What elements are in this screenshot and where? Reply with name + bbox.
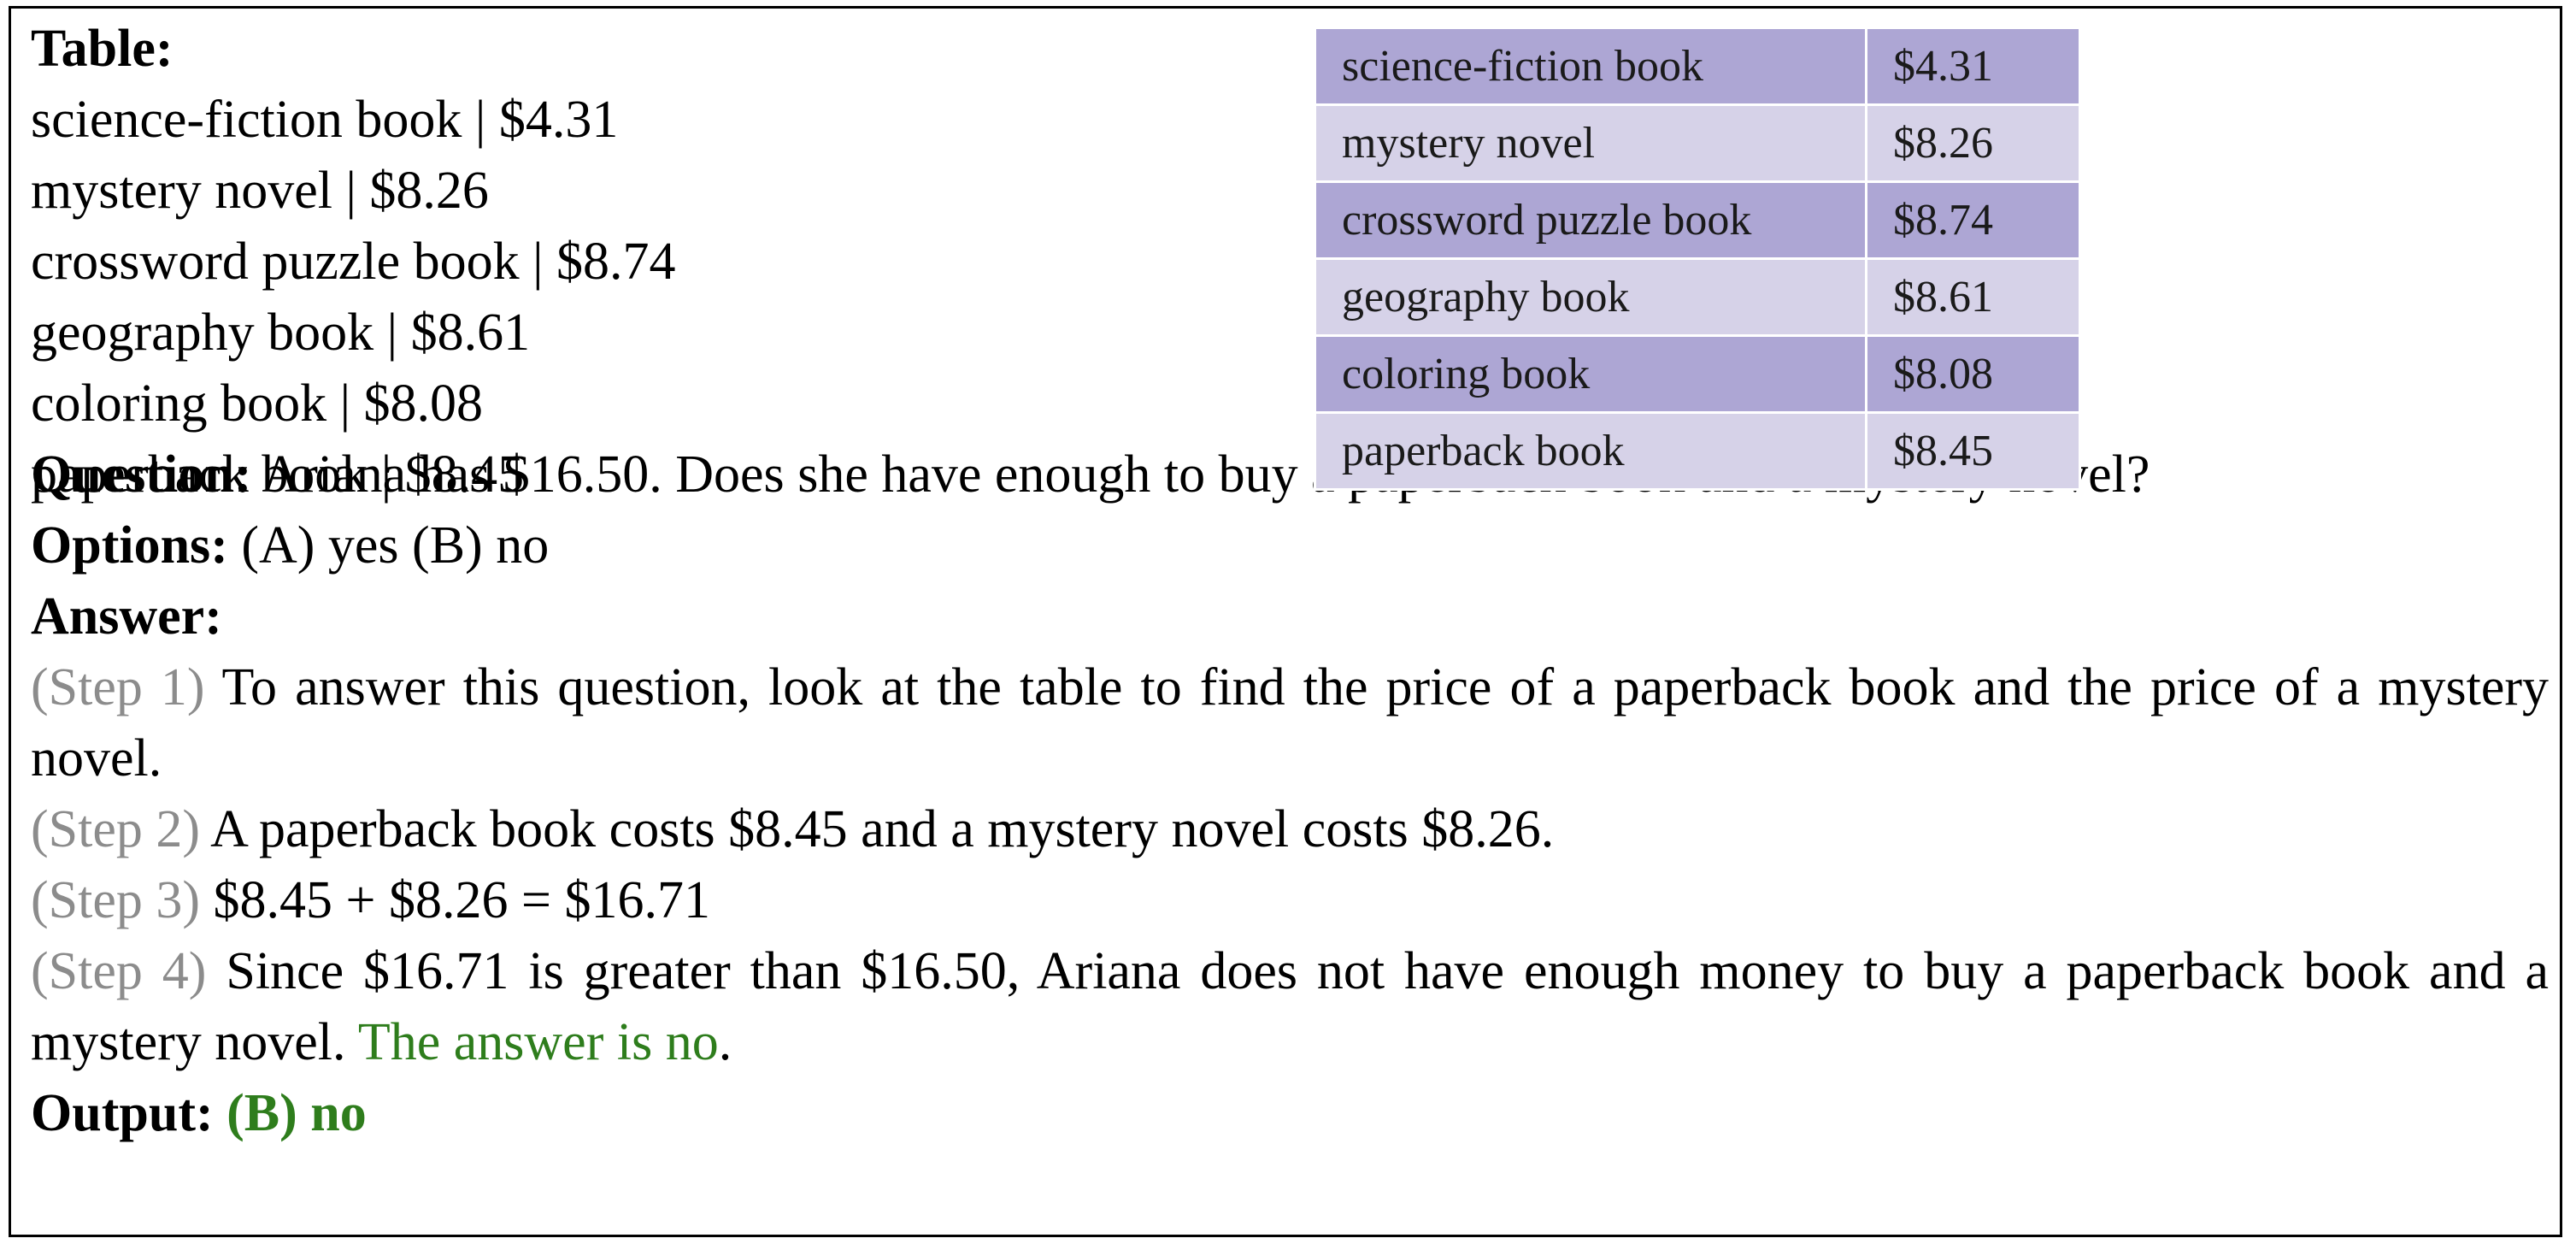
options-line: Options: (A) yes (B) no	[31, 510, 2550, 581]
table-label: Table:	[31, 20, 173, 78]
price-cell: $4.31	[1865, 27, 2081, 106]
table-row: science-fiction book $4.31	[1314, 27, 2081, 106]
text-table-row: geography book | $8.61	[31, 304, 531, 362]
step-text: $8.45 + $8.26 = $16.71	[200, 871, 710, 929]
step-tag: (Step 2)	[31, 800, 201, 858]
price-cell: $8.08	[1865, 334, 2081, 414]
table-row: geography book $8.61	[1314, 257, 2081, 337]
options-label: Options:	[31, 516, 228, 575]
table-row: coloring book $8.08	[1314, 334, 2081, 414]
output-line: Output: (B) no	[31, 1078, 2550, 1149]
item-cell: mystery novel	[1314, 103, 1867, 183]
step-tag: (Step 1)	[31, 658, 205, 716]
text-table-row: coloring book | $8.08	[31, 374, 484, 433]
item-cell: geography book	[1314, 257, 1867, 337]
question-line: Question: Ariana has $16.50. Does she ha…	[31, 439, 2550, 510]
output-value: (B) no	[226, 1084, 367, 1142]
price-cell: $8.74	[1865, 180, 2081, 260]
text-table-row: science-fiction book | $4.31	[31, 91, 619, 149]
item-cell: crossword puzzle book	[1314, 180, 1867, 260]
item-cell: science-fiction book	[1314, 27, 1867, 106]
conclusion-text: The answer is no	[357, 1013, 719, 1071]
problem-content: Table: science-fiction book | $4.31 myst…	[31, 14, 2550, 1149]
step-tag: (Step 4)	[31, 942, 207, 1000]
price-cell: $8.61	[1865, 257, 2081, 337]
price-table: science-fiction book $4.31 mystery novel…	[1314, 27, 2081, 491]
step-tag: (Step 3)	[31, 871, 201, 929]
item-cell: paperback book	[1314, 411, 1867, 491]
step-2: (Step 2) A paperback book costs $8.45 an…	[31, 794, 2550, 865]
step-4: (Step 4) Since $16.71 is greater than $1…	[31, 936, 2549, 1078]
text-table-row: crossword puzzle book | $8.74	[31, 233, 676, 291]
price-cell: $8.45	[1865, 411, 2081, 491]
item-cell: coloring book	[1314, 334, 1867, 414]
price-cell: $8.26	[1865, 103, 2081, 183]
step-text: To answer this question, look at the tab…	[31, 658, 2549, 787]
conclusion-period: .	[718, 1013, 732, 1071]
output-label: Output:	[31, 1084, 214, 1142]
text-table-block: Table: science-fiction book | $4.31 myst…	[31, 14, 2550, 504]
step-1: (Step 1) To answer this question, look a…	[31, 652, 2549, 794]
table-row: crossword puzzle book $8.74	[1314, 180, 2081, 260]
question-label: Question:	[31, 445, 252, 504]
answer-label: Answer:	[31, 587, 222, 646]
table-row: mystery novel $8.26	[1314, 103, 2081, 183]
step-3: (Step 3) $8.45 + $8.26 = $16.71	[31, 865, 2550, 936]
table-row: paperback book $8.45	[1314, 411, 2081, 491]
text-table-row: mystery novel | $8.26	[31, 162, 489, 220]
step-text: A paperback book costs $8.45 and a myste…	[200, 800, 1555, 858]
options-text: (A) yes (B) no	[227, 516, 550, 575]
